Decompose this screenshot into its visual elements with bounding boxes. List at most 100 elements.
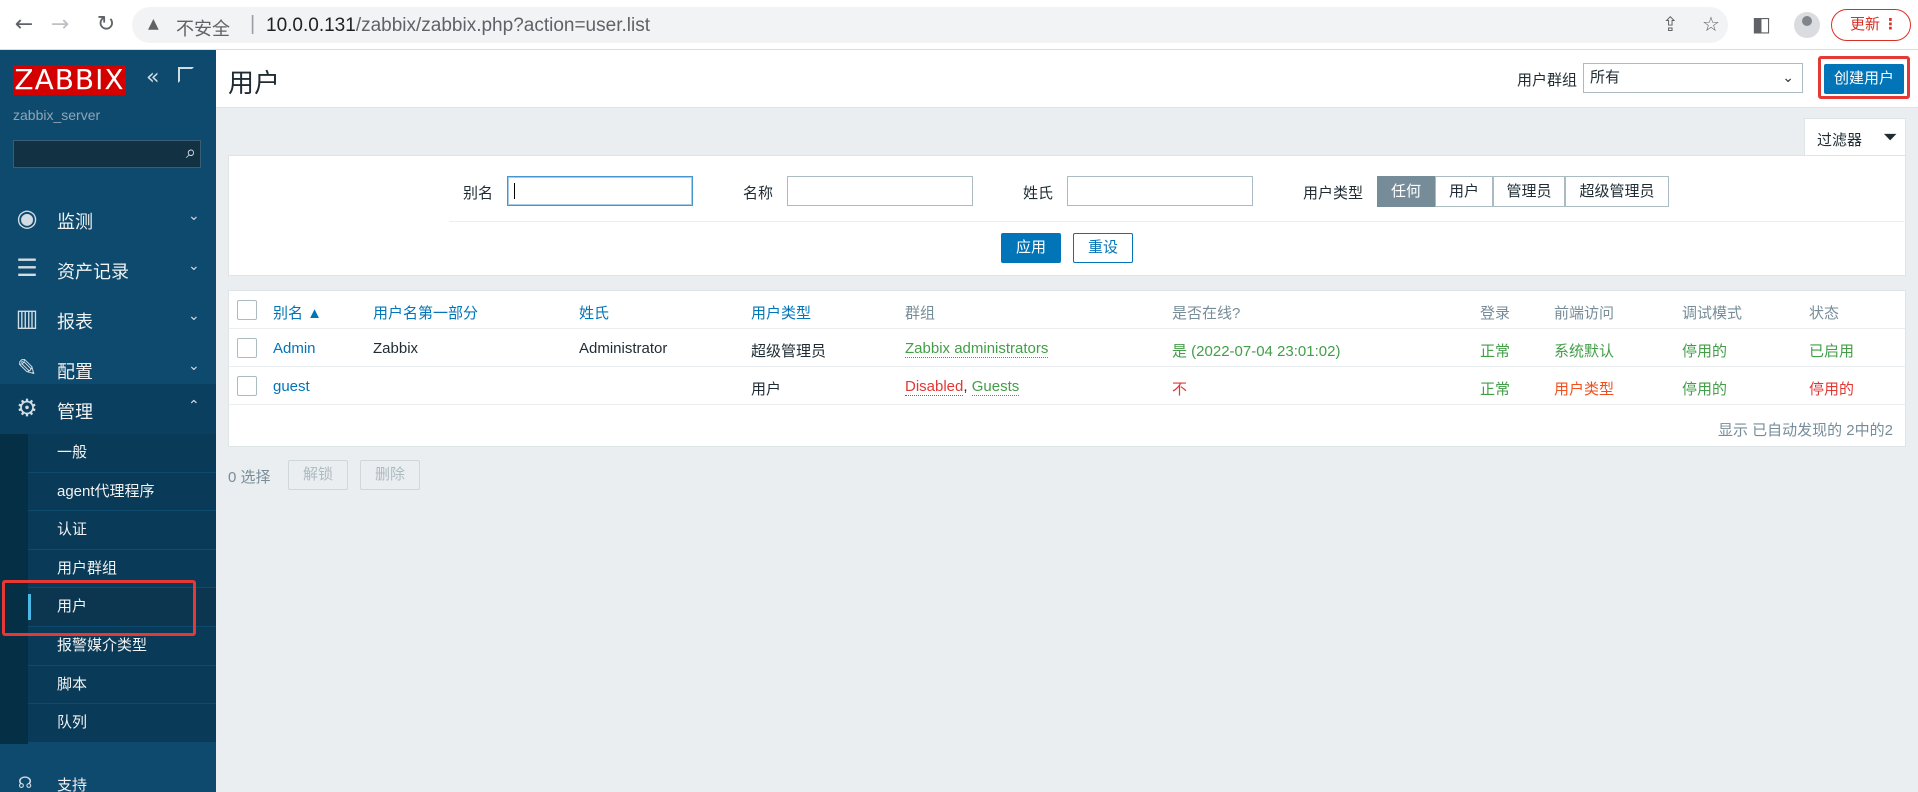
share-icon[interactable]: ⇪	[1662, 12, 1679, 36]
address-bar[interactable]: ▲ 不安全 | 10.0.0.131/zabbix/zabbix.php?act…	[132, 7, 1728, 43]
sidepanel-icon[interactable]: ◧	[1752, 12, 1771, 36]
selected-count: 0 选择	[228, 469, 271, 486]
submenu-item-authentication[interactable]: 认证	[28, 511, 216, 550]
group-separator: ,	[963, 378, 968, 395]
surname-input[interactable]	[1067, 176, 1253, 206]
more-icon: ⋮	[1883, 16, 1898, 33]
user-type-any[interactable]: 任何	[1377, 176, 1435, 207]
column-user-type[interactable]: 用户类型	[751, 302, 811, 323]
unlock-button[interactable]: 解锁	[288, 460, 348, 490]
group-link[interactable]: Disabled	[905, 378, 964, 396]
reload-icon[interactable]: ↻	[94, 13, 118, 37]
zabbix-logo[interactable]: ZABBIX	[13, 65, 126, 95]
user-type-super-admin[interactable]: 超级管理员	[1565, 176, 1669, 207]
insecure-label: 不安全	[176, 19, 230, 39]
user-debug-mode: 停用的	[1682, 343, 1728, 360]
menu-reports[interactable]: ▥ 报表 ⌄	[0, 294, 216, 344]
column-surname[interactable]: 姓氏	[579, 302, 609, 323]
user-frontend-access: 系统默认	[1554, 343, 1615, 360]
submenu-item-proxies[interactable]: agent代理程序	[28, 473, 216, 512]
reset-button[interactable]: 重设	[1073, 233, 1133, 263]
forward-icon[interactable]: →	[48, 13, 72, 37]
chevron-down-icon: ⌄	[188, 258, 200, 274]
user-alias-link[interactable]: Admin	[273, 340, 316, 357]
server-name: zabbix_server	[13, 107, 101, 123]
column-alias[interactable]: 别名 ▲	[273, 302, 322, 323]
kiosk-mode-icon[interactable]	[178, 67, 194, 83]
star-icon[interactable]: ☆	[1702, 12, 1720, 36]
user-name: Zabbix	[373, 340, 419, 357]
url-separator: |	[250, 13, 256, 35]
annotation-highlight-users	[2, 580, 196, 636]
user-type-user[interactable]: 用户	[1435, 176, 1493, 207]
delete-button[interactable]: 删除	[360, 460, 420, 490]
collapse-sidebar-icon[interactable]: «	[146, 65, 159, 90]
user-status[interactable]: 停用的	[1809, 378, 1854, 399]
column-name[interactable]: 用户名第一部分	[373, 302, 478, 323]
submenu-item-scripts[interactable]: 脚本	[28, 666, 216, 705]
warning-icon: ▲	[148, 16, 159, 32]
group-link[interactable]: Zabbix administrators	[905, 340, 1049, 358]
profile-icon[interactable]	[1794, 12, 1820, 38]
submenu-item-queue[interactable]: 队列	[28, 704, 216, 743]
user-surname: Administrator	[579, 340, 668, 357]
chevron-up-icon: ⌃	[188, 398, 200, 414]
user-type: 超级管理员	[751, 343, 827, 360]
browser-toolbar: ← → ↻ ▲ 不安全 | 10.0.0.131/zabbix/zabbix.p…	[0, 0, 1918, 50]
user-group-label: 用户群组	[1517, 72, 1578, 89]
menu-label: 资产记录	[57, 262, 129, 282]
search-icon[interactable]: ⌕	[186, 142, 196, 163]
alias-input[interactable]	[507, 176, 693, 206]
user-online: 不	[1172, 381, 1188, 398]
filter-tab[interactable]: 过滤器 ⏷	[1804, 118, 1906, 156]
users-table: 别名 ▲ 用户名第一部分 姓氏 用户类型 群组 是否在线? 登录 前端访问 调试…	[228, 290, 1906, 447]
row-checkbox[interactable]	[237, 376, 257, 396]
page-header: 用户 用户群组 所有 ⌄ 创建用户	[216, 50, 1918, 108]
filter-divider	[449, 221, 1911, 222]
user-status[interactable]: 已启用	[1809, 340, 1854, 361]
sidebar-search-input[interactable]: ⌕	[13, 140, 201, 168]
table-header: 别名 ▲ 用户名第一部分 姓氏 用户类型 群组 是否在线? 登录 前端访问 调试…	[229, 291, 1905, 329]
column-frontend-access: 前端访问	[1554, 305, 1615, 322]
url-host: 10.0.0.131	[266, 15, 356, 36]
support-link[interactable]: ☊ 支持	[0, 760, 216, 792]
user-login-status: 正常	[1480, 343, 1511, 360]
bar-chart-icon: ▥	[15, 304, 39, 332]
submenu-item-general[interactable]: 一般	[28, 434, 216, 473]
user-alias-link[interactable]: guest	[273, 378, 310, 395]
page-title: 用户	[228, 68, 281, 98]
column-status: 状态	[1809, 305, 1840, 322]
support-label: 支持	[57, 777, 88, 792]
table-row: guest 用户 Disabled, Guests 不 正常 用户类型 停用的 …	[229, 367, 1905, 405]
annotation-highlight-create	[1818, 56, 1910, 99]
table-row: Admin Zabbix Administrator 超级管理员 Zabbix …	[229, 329, 1905, 367]
name-label: 名称	[743, 185, 774, 202]
back-icon[interactable]: ←	[12, 13, 36, 37]
url-path: /zabbix/zabbix.php?action=user.list	[355, 15, 650, 36]
user-group-value: 所有	[1590, 69, 1621, 86]
menu-administration[interactable]: ⚙ 管理 ⌃	[0, 384, 216, 434]
select-all-checkbox[interactable]	[237, 300, 257, 320]
menu-label: 报表	[57, 312, 93, 332]
column-debug-mode: 调试模式	[1682, 305, 1743, 322]
headset-icon: ☊	[18, 773, 33, 792]
sidebar: ZABBIX « zabbix_server ⌕ ◉ 监测 ⌄ ☰ 资产记录 ⌄…	[0, 50, 216, 792]
menu-label: 监测	[57, 212, 93, 232]
alias-label: 别名	[463, 185, 494, 202]
update-button[interactable]: 更新 ⋮	[1831, 9, 1911, 41]
menu-inventory[interactable]: ☰ 资产记录 ⌄	[0, 244, 216, 294]
user-type-admin[interactable]: 管理员	[1493, 176, 1565, 207]
user-frontend-access: 用户类型	[1554, 381, 1615, 398]
menu-monitoring[interactable]: ◉ 监测 ⌄	[0, 194, 216, 244]
chevron-down-icon: ⌄	[188, 308, 200, 324]
group-link[interactable]: Guests	[971, 378, 1020, 396]
user-group-select[interactable]: 所有 ⌄	[1583, 63, 1803, 93]
eye-icon: ◉	[16, 204, 38, 232]
apply-button[interactable]: 应用	[1001, 233, 1061, 263]
url-text[interactable]: 10.0.0.131/zabbix/zabbix.php?action=user…	[266, 15, 650, 37]
row-checkbox[interactable]	[237, 338, 257, 358]
column-online: 是否在线?	[1172, 305, 1241, 322]
name-input[interactable]	[787, 176, 973, 206]
table-stats: 显示 已自动发现的 2中的2	[1717, 422, 1893, 439]
user-groups: Disabled, Guests	[905, 378, 1020, 396]
